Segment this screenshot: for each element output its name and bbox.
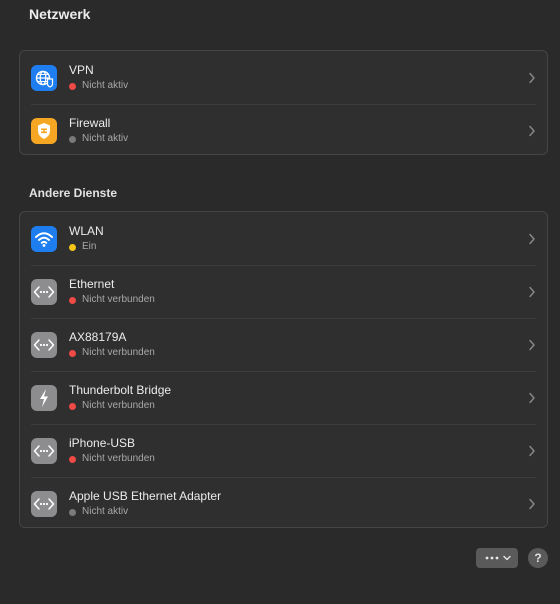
ellipsis-icon <box>485 556 498 560</box>
status-dot-red <box>69 455 76 463</box>
status-text: Nicht aktiv <box>82 80 129 91</box>
chevron-right-icon <box>529 125 535 136</box>
ethernet-icon <box>31 490 57 517</box>
chevron-right-icon <box>529 233 535 244</box>
service-name: AX88179A <box>69 330 127 344</box>
chevron-down-icon <box>502 555 511 561</box>
section-title-other-services: Andere Dienste <box>29 186 118 200</box>
service-name: Firewall <box>69 116 111 130</box>
service-status: Nicht aktiv <box>69 133 128 145</box>
chevron-right-icon <box>529 445 535 456</box>
thunderbolt-icon <box>31 384 57 411</box>
other-services-group: WLAN Ein Ethernet Nicht verbunden AX8817… <box>19 211 548 528</box>
status-text: Nicht verbunden <box>82 347 155 358</box>
chevron-right-icon <box>529 286 535 297</box>
status-dot-gray <box>69 508 76 516</box>
ethernet-icon <box>31 437 57 464</box>
status-dot-gray <box>69 135 76 143</box>
status-text: Nicht aktiv <box>82 133 129 144</box>
service-status: Nicht aktiv <box>69 80 128 92</box>
firewall-shield-icon <box>31 117 57 144</box>
row-iphone-usb[interactable]: iPhone-USB Nicht verbunden <box>20 424 547 477</box>
service-status: Nicht verbunden <box>69 400 171 412</box>
status-text: Nicht aktiv <box>82 506 129 517</box>
service-name: Ethernet <box>69 277 115 291</box>
vpn-globe-icon <box>31 64 57 91</box>
row-thunderbolt-bridge[interactable]: Thunderbolt Bridge Nicht verbunden <box>20 371 547 424</box>
status-text: Nicht verbunden <box>82 400 155 411</box>
chevron-right-icon <box>529 339 535 350</box>
chevron-right-icon <box>529 498 535 509</box>
service-status: Ein <box>69 241 104 253</box>
status-dot-red <box>69 296 76 304</box>
chevron-right-icon <box>529 72 535 83</box>
ethernet-icon <box>31 278 57 305</box>
status-text: Nicht verbunden <box>82 294 155 305</box>
service-name: Thunderbolt Bridge <box>69 383 172 397</box>
service-name: Apple USB Ethernet Adapter <box>69 489 222 503</box>
chevron-right-icon <box>529 392 535 403</box>
more-actions-button[interactable] <box>476 548 518 568</box>
status-dot-red <box>69 82 76 90</box>
status-dot-red <box>69 402 76 410</box>
row-vpn[interactable]: VPN Nicht aktiv <box>20 51 547 104</box>
page-title: Netzwerk <box>29 6 91 22</box>
service-status: Nicht verbunden <box>69 294 155 306</box>
ethernet-icon <box>31 331 57 358</box>
service-name: iPhone-USB <box>69 436 136 450</box>
wifi-icon <box>31 225 57 252</box>
status-text: Nicht verbunden <box>82 453 155 464</box>
service-name: VPN <box>69 63 94 77</box>
service-name: WLAN <box>69 224 104 238</box>
service-status: Nicht aktiv <box>69 506 221 518</box>
vpn-firewall-group: VPN Nicht aktiv Firewall Nicht aktiv <box>19 50 548 155</box>
service-status: Nicht verbunden <box>69 347 155 359</box>
row-ethernet[interactable]: Ethernet Nicht verbunden <box>20 265 547 318</box>
help-button[interactable]: ? <box>528 548 548 568</box>
row-wlan[interactable]: WLAN Ein <box>20 212 547 265</box>
service-status: Nicht verbunden <box>69 453 155 465</box>
row-apple-usb-ethernet-adapter[interactable]: Apple USB Ethernet Adapter Nicht aktiv <box>20 477 547 527</box>
row-ax88179a[interactable]: AX88179A Nicht verbunden <box>20 318 547 371</box>
status-dot-red <box>69 349 76 357</box>
status-dot-yellow <box>69 243 76 251</box>
status-text: Ein <box>82 241 97 252</box>
row-firewall[interactable]: Firewall Nicht aktiv <box>20 104 547 154</box>
